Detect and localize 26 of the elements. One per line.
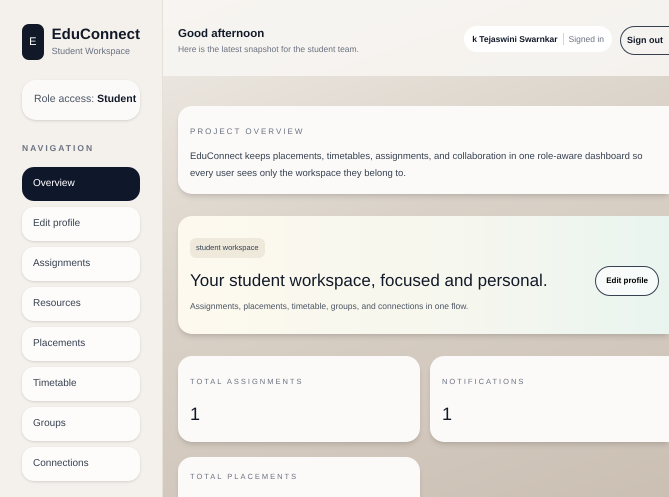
user-name: k Tejaswini Swarnkar xyxy=(472,32,558,46)
hero-title: Your student workspace, focused and personal. xyxy=(190,270,549,292)
nav-item[interactable]: Assignments xyxy=(22,246,140,281)
nav-item[interactable]: Placements xyxy=(22,326,140,361)
nav-item[interactable]: Edit profile xyxy=(22,206,140,241)
stat-value: 1 xyxy=(442,403,452,426)
nav-item[interactable]: Connections xyxy=(22,446,140,481)
role-label: Role access: xyxy=(34,92,94,108)
sign-out-button[interactable]: Sign out xyxy=(620,26,669,55)
hero-text: Assignments, placements, timetable, groups, and connections in one flow. xyxy=(190,300,470,312)
role-value: Student xyxy=(97,92,136,108)
nav-item[interactable]: Timetable xyxy=(22,366,140,401)
user-status: Signed in xyxy=(568,32,604,46)
greeting: Good afternoon xyxy=(178,27,266,42)
overview-heading: PROJECT OVERVIEW xyxy=(190,126,306,138)
nav-item[interactable]: Overview xyxy=(22,166,140,201)
header-subtitle: Here is the latest snapshot for the student team. xyxy=(178,43,360,56)
nav-item[interactable]: Resources xyxy=(22,286,140,321)
brand-name: EduConnect xyxy=(52,26,140,45)
brand-subtitle: Student Workspace xyxy=(52,44,132,58)
nav-item[interactable]: Groups xyxy=(22,406,140,441)
edit-profile-button[interactable]: Edit profile xyxy=(595,266,659,296)
overview-text: EduConnect keeps placements, timetables, assignments, and collaboration in one role-aware dashboard so every user sees only the workspace they belong to. xyxy=(190,150,644,181)
stat-value: 1 xyxy=(190,403,200,426)
logo-badge: E xyxy=(22,24,44,60)
navigation-heading: NAVIGATION xyxy=(22,142,96,155)
